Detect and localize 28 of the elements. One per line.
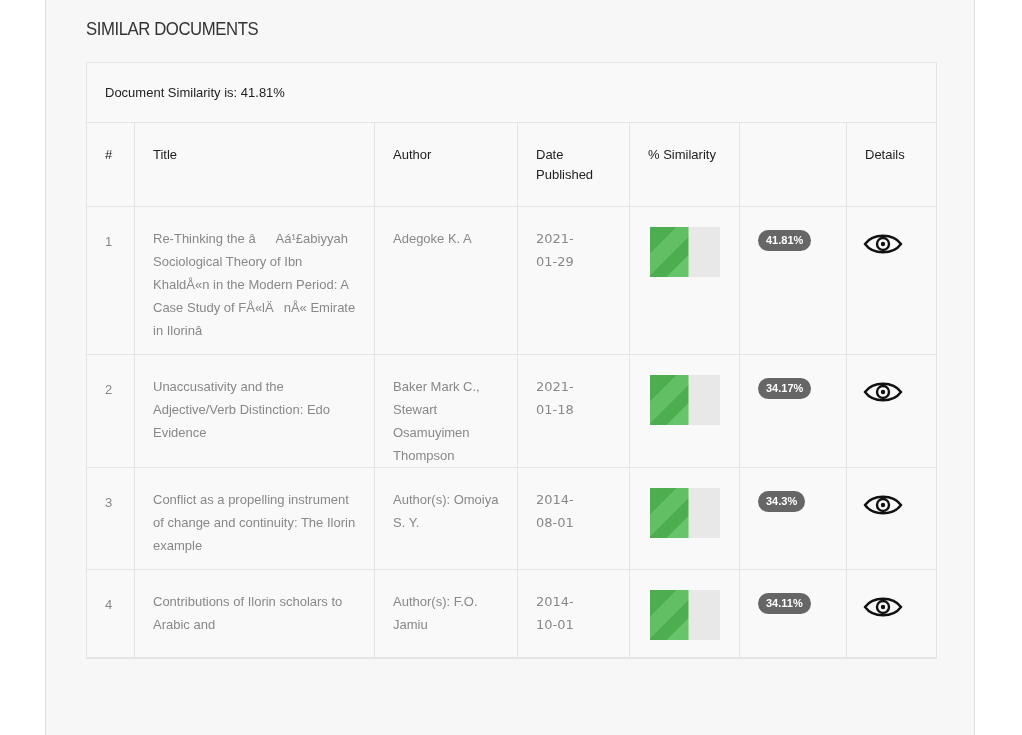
- document-title: Unaccusativity and the Adjective/Verb Distinction: Edo Evidence: [153, 378, 332, 442]
- similarity-badge: 34.17%: [758, 378, 812, 399]
- row-number: 2: [105, 382, 113, 397]
- column-header: Author: [393, 146, 433, 164]
- similarity-badge: 41.81%: [758, 230, 812, 251]
- column-header: Date Published: [536, 146, 595, 184]
- author-name: Author(s): Omoiya S. Y.: [393, 491, 500, 532]
- date-published: 2014-10-01: [536, 593, 575, 634]
- similarity-badge: 34.11%: [758, 593, 811, 614]
- date-published: 2021-01-18: [536, 378, 575, 419]
- row-number: 1: [105, 234, 113, 249]
- column-header: % Similarity: [648, 146, 717, 164]
- row-number: 3: [105, 495, 113, 510]
- author-name: Author(s): F.O. Jamiu: [393, 593, 479, 634]
- column-header: Details: [865, 146, 906, 164]
- author-name: Adegoke K. A: [393, 230, 473, 248]
- column-header: #: [105, 146, 114, 164]
- date-published: 2014-08-01: [536, 491, 575, 532]
- similarity-summary: Document Similarity is: 41.81%: [105, 83, 285, 102]
- document-title: Re-Thinking the âAá¹£abiyyah Sociological Theory of Ibn KhaldÅ«n in the Modern Period: A Case Study of FÅ«lÄnÅ« Emirate in Ilorinâ: [153, 230, 357, 340]
- row-number: 4: [105, 597, 113, 612]
- section-title: SIMILAR DOCUMENTS: [86, 17, 260, 41]
- date-published: 2021-01-29: [536, 230, 575, 271]
- similarity-badge: 34.3%: [758, 491, 806, 512]
- document-title: Conflict as a propelling instrument of change and continuity: The Ilorin example: [153, 491, 357, 555]
- document-title: Contributions of Ilorin scholars to Arabic and: [153, 593, 344, 634]
- author-name: Baker Mark C., Stewart Osamuyimen Thompson: [393, 378, 481, 465]
- column-header: Title: [153, 146, 179, 164]
